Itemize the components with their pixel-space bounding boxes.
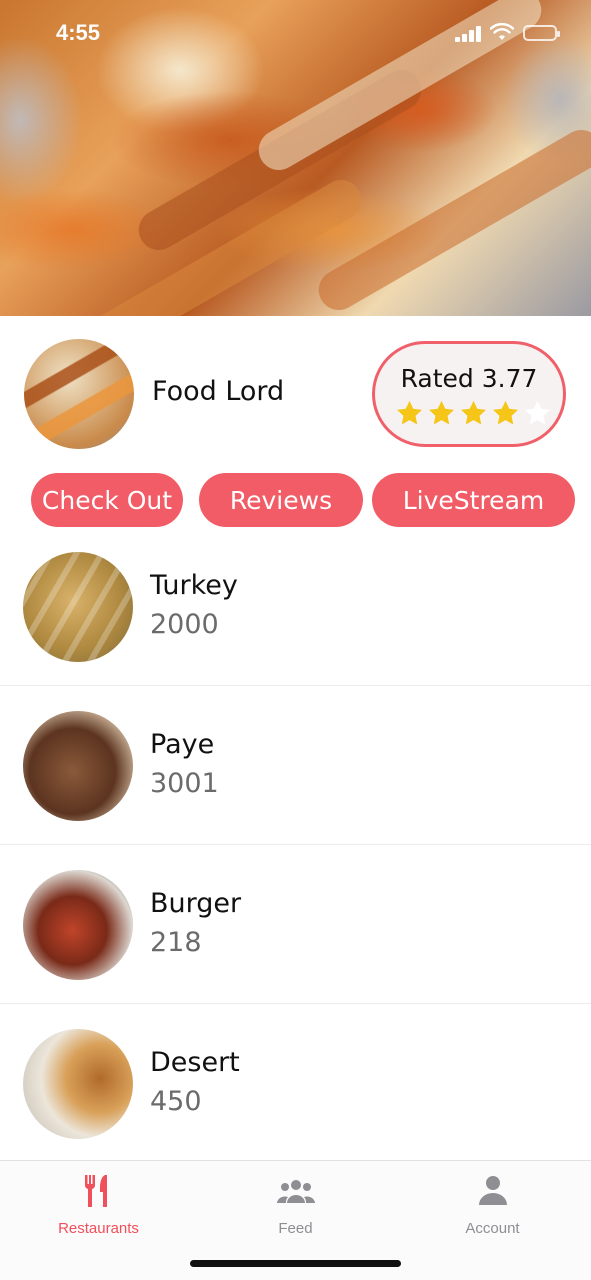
menu-item-image [23,711,133,821]
star-filled-icon [461,400,486,425]
star-filled-icon [493,400,518,425]
star-filled-icon [397,400,422,425]
tab-label: Restaurants [58,1220,139,1237]
people-icon [276,1180,315,1203]
rating-stars [395,399,552,428]
tab-label: Feed [278,1220,313,1237]
menu-item-image [23,1029,133,1139]
menu-item-name: Turkey [150,570,238,601]
menu-item-price: 2000 [150,609,219,640]
menu-item-desert[interactable]: Desert 450 [0,1004,591,1163]
rating-badge: Rated 3.77 [372,341,566,447]
menu-item-turkey[interactable]: Turkey 2000 [0,527,591,686]
tab-account[interactable]: Account [394,1161,591,1251]
menu-item-image [23,552,133,662]
status-bar: 4:55 [0,0,591,64]
person-icon [478,1176,507,1205]
menu-item-name: Paye [150,729,215,760]
rating-label: Rated 3.77 [400,364,538,393]
status-time: 4:55 [56,20,101,45]
restaurant-name: Food Lord [152,376,285,407]
tab-restaurants[interactable]: Restaurants [0,1161,197,1251]
livestream-button[interactable]: LiveStream [372,473,575,527]
tab-feed[interactable]: Feed [197,1161,394,1251]
reviews-button[interactable]: Reviews [199,473,363,527]
menu-item-name: Burger [150,888,242,919]
checkout-button[interactable]: Check Out [31,473,183,527]
menu-item-price: 450 [150,1086,202,1117]
fork-knife-icon [84,1175,107,1207]
menu-item-price: 218 [150,927,202,958]
tab-label: Account [465,1220,520,1237]
wifi-icon [490,22,514,40]
menu-item-image [23,870,133,980]
star-filled-icon [429,400,454,425]
menu-item-price: 3001 [150,768,219,799]
home-indicator [190,1260,401,1267]
menu-item-burger[interactable]: Burger 218 [0,845,591,1004]
restaurant-avatar [24,339,134,449]
menu-item-paye[interactable]: Paye 3001 [0,686,591,845]
signal-icon [455,26,483,42]
battery-icon [523,25,560,41]
menu-list: Turkey 2000 Paye 3001 Burger 218 Desert … [0,527,591,1163]
star-empty-icon [525,400,550,425]
menu-item-name: Desert [150,1047,240,1078]
